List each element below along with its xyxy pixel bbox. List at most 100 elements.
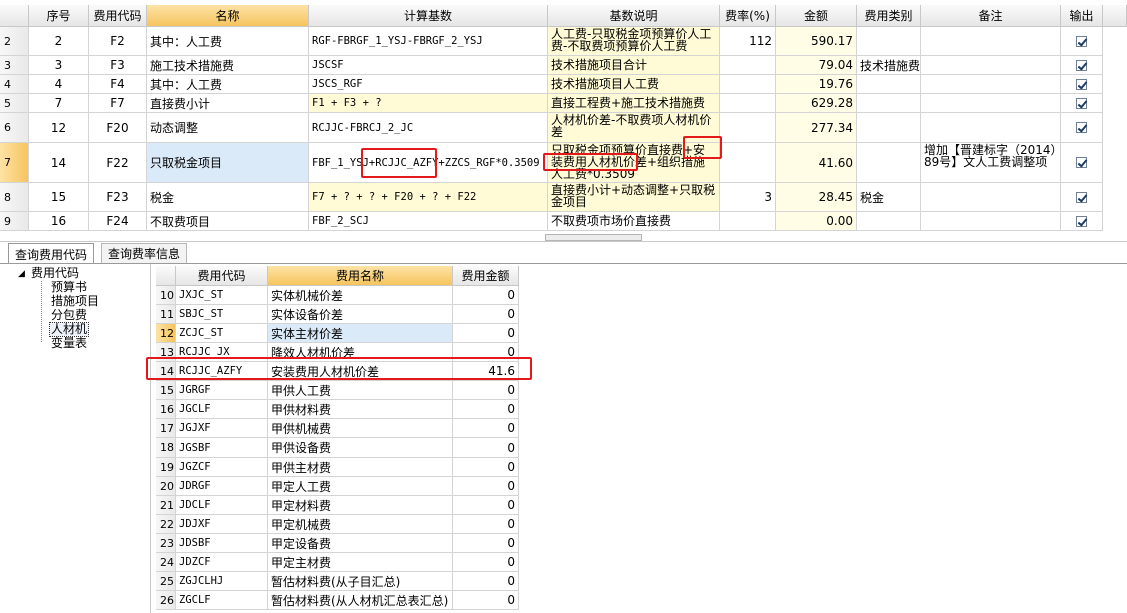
fee-name-cell[interactable]: 甲定设备费 bbox=[268, 534, 453, 553]
calc-base-cell[interactable]: F1 + F3 + ? bbox=[309, 94, 548, 113]
tree-root-fee-code[interactable]: 费用代码 bbox=[31, 267, 79, 280]
fee-amount-cell[interactable]: 0 bbox=[453, 553, 519, 572]
fee-amount-cell[interactable]: 0 bbox=[453, 381, 519, 400]
fee-name-cell[interactable]: 甲定机械费 bbox=[268, 515, 453, 534]
output-cell[interactable] bbox=[1061, 94, 1103, 113]
output-checkbox[interactable] bbox=[1076, 97, 1087, 109]
category-cell[interactable]: 税金 bbox=[857, 183, 921, 212]
output-checkbox[interactable] bbox=[1076, 157, 1087, 168]
column-header-note[interactable]: 备注 bbox=[921, 5, 1061, 27]
fee-name-cell[interactable]: 实体机械价差 bbox=[268, 286, 453, 305]
category-cell[interactable] bbox=[857, 113, 921, 143]
splitter-handle[interactable] bbox=[545, 234, 642, 241]
fee-name-cell[interactable]: 甲供机械费 bbox=[268, 419, 453, 438]
base-desc-cell[interactable]: 人工费-只取税金项预算价人工费-不取费项预算价人工费 bbox=[548, 27, 720, 56]
output-checkbox[interactable] bbox=[1076, 191, 1087, 203]
output-cell[interactable] bbox=[1061, 75, 1103, 94]
name-cell[interactable]: 施工技术措施费 bbox=[147, 56, 309, 75]
fee-amount-cell[interactable]: 0 bbox=[453, 496, 519, 515]
fee-code-cell[interactable]: JGSBF bbox=[176, 438, 268, 458]
output-cell[interactable] bbox=[1061, 27, 1103, 56]
output-cell[interactable] bbox=[1061, 113, 1103, 143]
amount-cell[interactable]: 28.45 bbox=[776, 183, 857, 212]
fee-code-cell[interactable]: F2 bbox=[89, 27, 147, 56]
seq-cell[interactable]: 12 bbox=[29, 113, 89, 143]
rate-cell[interactable] bbox=[720, 75, 776, 94]
name-cell[interactable]: 其中：人工费 bbox=[147, 75, 309, 94]
fee-code-cell[interactable]: F4 bbox=[89, 75, 147, 94]
fee-code-cell[interactable]: F7 bbox=[89, 94, 147, 113]
name-cell[interactable]: 其中：人工费 bbox=[147, 27, 309, 56]
fee-code-cell[interactable]: ZCJC_ST bbox=[176, 324, 268, 343]
calc-base-cell[interactable]: RCJJC-FBRCJ_2_JC bbox=[309, 113, 548, 143]
note-cell[interactable] bbox=[921, 75, 1061, 94]
category-cell[interactable] bbox=[857, 94, 921, 113]
fee-code-cell[interactable]: JDCLF bbox=[176, 496, 268, 515]
fee-code-cell[interactable]: JGCLF bbox=[176, 400, 268, 419]
amount-cell[interactable]: 277.34 bbox=[776, 113, 857, 143]
seq-cell[interactable]: 2 bbox=[29, 27, 89, 56]
amount-cell[interactable]: 629.28 bbox=[776, 94, 857, 113]
output-checkbox[interactable] bbox=[1076, 59, 1087, 71]
rate-cell[interactable] bbox=[720, 143, 776, 183]
fee-amount-cell[interactable]: 0 bbox=[453, 400, 519, 419]
header-corner[interactable] bbox=[0, 5, 29, 27]
fee-amount-cell[interactable]: 0 bbox=[453, 419, 519, 438]
fee-code-cell[interactable]: ZGJCLHJ bbox=[176, 572, 268, 591]
fee-code-cell[interactable]: F24 bbox=[89, 212, 147, 231]
fee-code-cell[interactable]: F22 bbox=[89, 143, 147, 183]
fee-name-cell[interactable]: 暂估材料费(从人材机汇总表汇总) bbox=[268, 591, 453, 610]
column-header-fee-code[interactable]: 费用代码 bbox=[176, 266, 268, 286]
fee-amount-cell[interactable]: 0 bbox=[453, 572, 519, 591]
seq-cell[interactable]: 15 bbox=[29, 183, 89, 212]
tree-item-budget-book[interactable]: 预算书 bbox=[51, 281, 87, 294]
calc-base-cell[interactable]: FBF_2_SCJ bbox=[309, 212, 548, 231]
base-desc-cell[interactable]: 技术措施项目合计 bbox=[548, 56, 720, 75]
calc-base-cell[interactable]: JSCSF bbox=[309, 56, 548, 75]
note-cell[interactable]: 增加【晋建标字（2014）89号】文人工费调整项 bbox=[921, 143, 1061, 183]
amount-cell[interactable]: 0.00 bbox=[776, 212, 857, 231]
fee-code-cell[interactable]: JGRGF bbox=[176, 381, 268, 400]
fee-amount-cell[interactable]: 0 bbox=[453, 534, 519, 553]
rate-cell[interactable] bbox=[720, 212, 776, 231]
name-cell[interactable]: 税金 bbox=[147, 183, 309, 212]
tab-query-fee-rate[interactable]: 查询费率信息 bbox=[101, 243, 188, 263]
category-cell[interactable] bbox=[857, 212, 921, 231]
tree-item-measures[interactable]: 措施项目 bbox=[51, 295, 99, 308]
name-cell[interactable]: 直接费小计 bbox=[147, 94, 309, 113]
category-cell[interactable] bbox=[857, 27, 921, 56]
seq-cell[interactable]: 4 bbox=[29, 75, 89, 94]
seq-cell[interactable]: 3 bbox=[29, 56, 89, 75]
fee-code-cell[interactable]: SBJC_ST bbox=[176, 305, 268, 324]
tree-expand-icon[interactable]: ◢ bbox=[18, 268, 25, 281]
category-cell[interactable] bbox=[857, 143, 921, 183]
fee-code-cell[interactable]: F23 bbox=[89, 183, 147, 212]
tab-query-fee-code[interactable]: 查询费用代码 bbox=[8, 243, 95, 264]
header-corner[interactable] bbox=[156, 266, 176, 286]
name-cell[interactable]: 只取税金项目 bbox=[147, 143, 309, 183]
column-header-amount[interactable]: 金额 bbox=[776, 5, 857, 27]
rate-cell[interactable] bbox=[720, 94, 776, 113]
fee-name-cell[interactable]: 甲定主材费 bbox=[268, 553, 453, 572]
note-cell[interactable] bbox=[921, 113, 1061, 143]
fee-code-cell[interactable]: F20 bbox=[89, 113, 147, 143]
fee-amount-cell[interactable]: 0 bbox=[453, 515, 519, 534]
output-checkbox[interactable] bbox=[1076, 215, 1087, 227]
column-header-base-desc[interactable]: 基数说明 bbox=[548, 5, 720, 27]
fee-amount-cell[interactable]: 0 bbox=[453, 591, 519, 610]
rate-cell[interactable]: 3 bbox=[720, 183, 776, 212]
category-cell[interactable] bbox=[857, 75, 921, 94]
category-cell[interactable]: 技术措施费 bbox=[857, 56, 921, 75]
fee-amount-cell[interactable]: 0 bbox=[453, 477, 519, 496]
output-checkbox[interactable] bbox=[1076, 78, 1087, 90]
rate-cell[interactable] bbox=[720, 56, 776, 75]
amount-cell[interactable]: 19.76 bbox=[776, 75, 857, 94]
fee-name-cell[interactable]: 甲供主材费 bbox=[268, 458, 453, 477]
fee-name-cell[interactable]: 甲定人工费 bbox=[268, 477, 453, 496]
fee-name-cell[interactable]: 甲定材料费 bbox=[268, 496, 453, 515]
name-cell[interactable]: 动态调整 bbox=[147, 113, 309, 143]
base-desc-cell[interactable]: 直接费小计+动态调整+只取税金项目 bbox=[548, 183, 720, 212]
calc-base-cell[interactable]: F7 + ? + ? + F20 + ? + F22 bbox=[309, 183, 548, 212]
fee-amount-cell[interactable]: 0 bbox=[453, 438, 519, 458]
tree-item-variables[interactable]: 变量表 bbox=[51, 337, 87, 350]
